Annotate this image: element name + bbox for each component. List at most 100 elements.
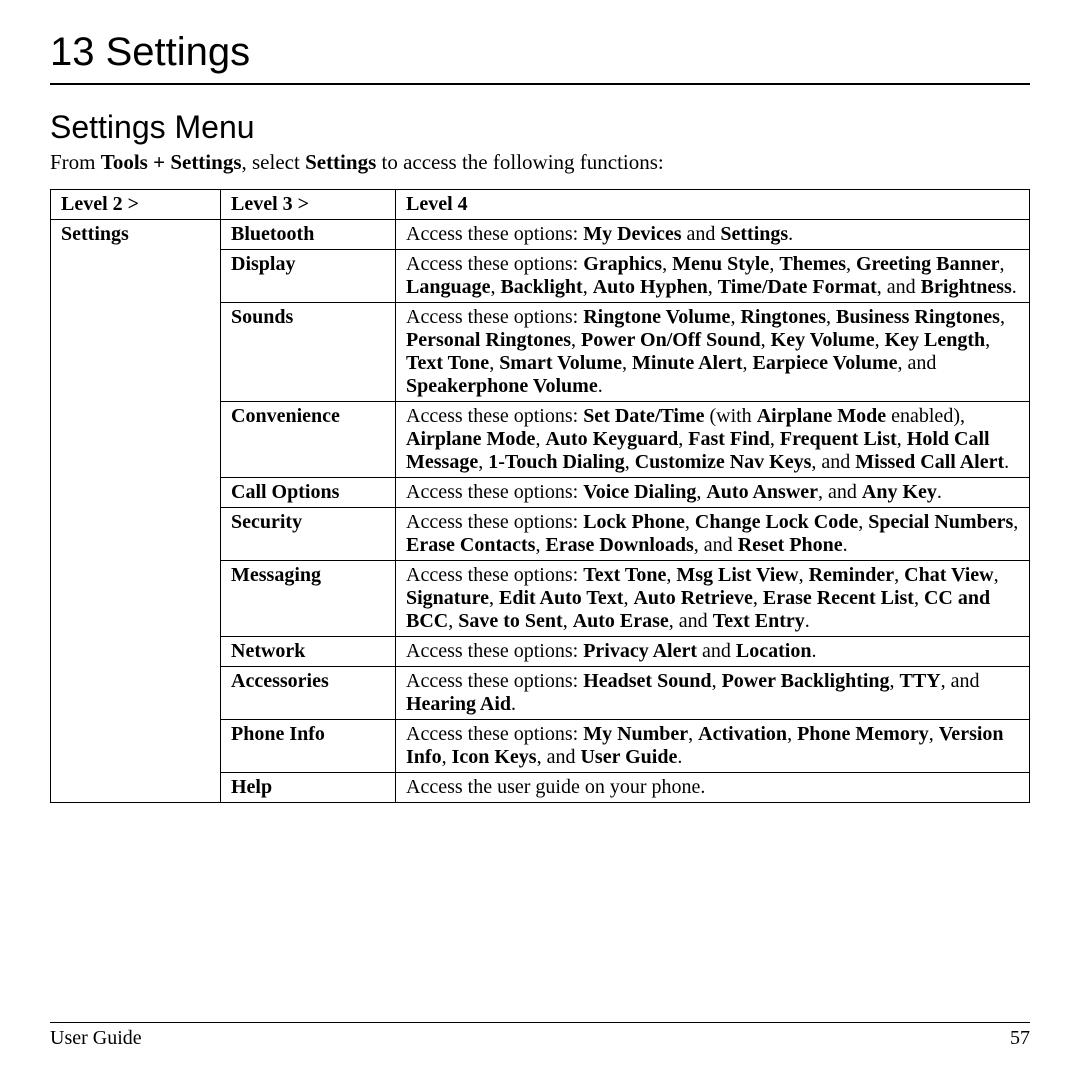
footer-left: User Guide xyxy=(50,1027,142,1050)
option-text: , xyxy=(571,329,581,351)
level3-label: Security xyxy=(231,511,302,533)
option-text: , xyxy=(625,451,635,473)
level4-cell: Access these options: Lock Phone, Change… xyxy=(396,508,1030,561)
option-text: , xyxy=(769,253,779,275)
header-level4: Level 4 xyxy=(396,190,1030,220)
option-bold: Text Tone xyxy=(583,564,666,586)
option-text: , xyxy=(730,306,740,328)
option-text: , xyxy=(914,587,924,609)
option-text: , and xyxy=(669,610,713,632)
option-bold: Brightness xyxy=(921,276,1012,298)
option-text: Access these options: xyxy=(406,481,583,503)
option-text: . xyxy=(1012,276,1017,298)
option-bold: Speakerphone Volume xyxy=(406,375,598,397)
option-bold: 1-Touch Dialing xyxy=(488,451,625,473)
level4-cell: Access these options: Graphics, Menu Sty… xyxy=(396,250,1030,303)
level4-cell: Access these options: My Devices and Set… xyxy=(396,220,1030,250)
level3-cell: Bluetooth xyxy=(221,220,396,250)
option-bold: Power Backlighting xyxy=(722,670,890,692)
option-bold: Minute Alert xyxy=(632,352,743,374)
level3-cell: Messaging xyxy=(221,561,396,637)
option-text: , xyxy=(489,352,499,374)
option-bold: Any Key xyxy=(862,481,937,503)
level3-cell: Call Options xyxy=(221,478,396,508)
option-text: Access these options: xyxy=(406,223,583,245)
intro-text: From xyxy=(50,150,101,174)
option-bold: Edit Auto Text xyxy=(499,587,623,609)
option-bold: Special Numbers xyxy=(868,511,1013,533)
page-footer: User Guide 57 xyxy=(50,1022,1030,1050)
option-text: Access these options: xyxy=(406,670,583,692)
option-text: , xyxy=(787,723,797,745)
level3-cell: Display xyxy=(221,250,396,303)
option-text: , xyxy=(662,253,672,275)
option-text: . xyxy=(811,640,816,662)
option-text: . xyxy=(937,481,942,503)
option-bold: User Guide xyxy=(580,746,677,768)
option-text: , and xyxy=(537,746,581,768)
option-text: , xyxy=(563,610,573,632)
level4-cell: Access these options: Headset Sound, Pow… xyxy=(396,667,1030,720)
option-text: Access these options: xyxy=(406,405,583,427)
option-bold: Activation xyxy=(698,723,787,745)
option-text: , xyxy=(712,670,722,692)
option-text: , xyxy=(490,276,500,298)
option-bold: Erase Recent List xyxy=(763,587,914,609)
level2-label: Settings xyxy=(61,223,129,245)
option-text: , xyxy=(761,329,771,351)
option-bold: Key Volume xyxy=(771,329,875,351)
option-text: , xyxy=(708,276,718,298)
option-text: Access the user guide on your phone. xyxy=(406,776,705,798)
level3-cell: Help xyxy=(221,773,396,803)
option-bold: Settings xyxy=(720,223,788,245)
level3-cell: Security xyxy=(221,508,396,561)
option-text: Access these options: xyxy=(406,723,583,745)
footer-page-number: 57 xyxy=(1010,1027,1030,1050)
option-text: , xyxy=(743,352,753,374)
document-page: 13 Settings Settings Menu From Tools + S… xyxy=(0,0,1080,1080)
option-bold: Erase Downloads xyxy=(545,534,693,556)
intro-text: to access the following functions: xyxy=(376,150,664,174)
option-text: Access these options: xyxy=(406,306,583,328)
option-bold: Power On/Off Sound xyxy=(581,329,761,351)
option-text: and xyxy=(697,640,736,662)
option-bold: Ringtone Volume xyxy=(583,306,730,328)
option-text: , xyxy=(1000,253,1005,275)
level3-cell: Accessories xyxy=(221,667,396,720)
option-text: Access these options: xyxy=(406,253,583,275)
option-text: (with xyxy=(704,405,756,427)
option-text: Access these options: xyxy=(406,564,583,586)
option-text: , xyxy=(985,329,990,351)
option-text: , xyxy=(489,587,499,609)
level4-cell: Access these options: Set Date/Time (wit… xyxy=(396,402,1030,478)
level3-label: Display xyxy=(231,253,295,275)
option-text: , xyxy=(583,276,593,298)
header-level2: Level 2 > xyxy=(51,190,221,220)
option-bold: Greeting Banner xyxy=(856,253,1000,275)
option-bold: Auto Erase xyxy=(573,610,669,632)
option-bold: Msg List View xyxy=(676,564,798,586)
option-text: enabled), xyxy=(886,405,965,427)
option-bold: Reminder xyxy=(809,564,895,586)
level3-label: Help xyxy=(231,776,272,798)
option-text: , xyxy=(875,329,885,351)
option-bold: Reset Phone xyxy=(738,534,843,556)
option-text: , and xyxy=(818,481,862,503)
option-text: . xyxy=(805,610,810,632)
option-text: , xyxy=(696,481,706,503)
option-bold: Text Tone xyxy=(406,352,489,374)
option-bold: Customize Nav Keys xyxy=(635,451,812,473)
option-text: , xyxy=(678,428,688,450)
settings-menu-table: Level 2 > Level 3 > Level 4 Settings Blue… xyxy=(50,189,1030,803)
option-text: , xyxy=(753,587,763,609)
option-bold: Airplane Mode xyxy=(406,428,535,450)
table-header-row: Level 2 > Level 3 > Level 4 xyxy=(51,190,1030,220)
option-text: , xyxy=(890,670,900,692)
option-text: , xyxy=(994,564,999,586)
level3-label: Network xyxy=(231,640,305,662)
option-bold: Erase Contacts xyxy=(406,534,535,556)
option-text: , xyxy=(858,511,868,533)
option-bold: My Devices xyxy=(583,223,681,245)
option-bold: Menu Style xyxy=(672,253,769,275)
level3-cell: Phone Info xyxy=(221,720,396,773)
